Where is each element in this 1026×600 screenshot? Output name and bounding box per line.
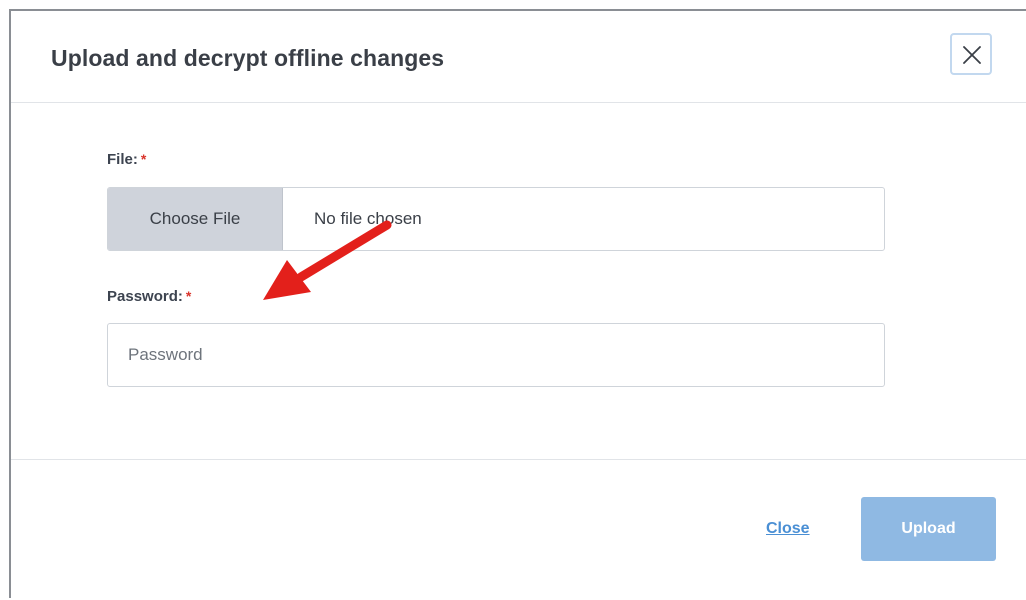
required-marker: * [140, 151, 147, 167]
required-marker: * [185, 288, 192, 304]
close-icon [963, 46, 981, 64]
file-status-text: No file chosen [314, 209, 422, 228]
password-label: Password: * [107, 288, 191, 305]
close-dialog-button[interactable] [950, 33, 992, 75]
upload-button[interactable]: Upload [861, 497, 996, 561]
password-input[interactable] [107, 323, 885, 387]
password-label-text: Password: [107, 288, 183, 305]
file-label-text: File: [107, 151, 138, 168]
file-label: File: * [107, 151, 146, 168]
dialog-title: Upload and decrypt offline changes [51, 45, 445, 71]
file-input[interactable]: Choose File No file chosen [107, 187, 885, 251]
upload-dialog: Upload and decrypt offline changes File:… [9, 9, 1026, 598]
dialog-footer: Close Upload [11, 459, 1026, 600]
dialog-header: Upload and decrypt offline changes [11, 11, 1026, 103]
dialog-body: File: * Choose File No file chosen Passwo… [11, 104, 1026, 459]
choose-file-button[interactable]: Choose File [108, 188, 283, 250]
close-link[interactable]: Close [766, 520, 810, 538]
